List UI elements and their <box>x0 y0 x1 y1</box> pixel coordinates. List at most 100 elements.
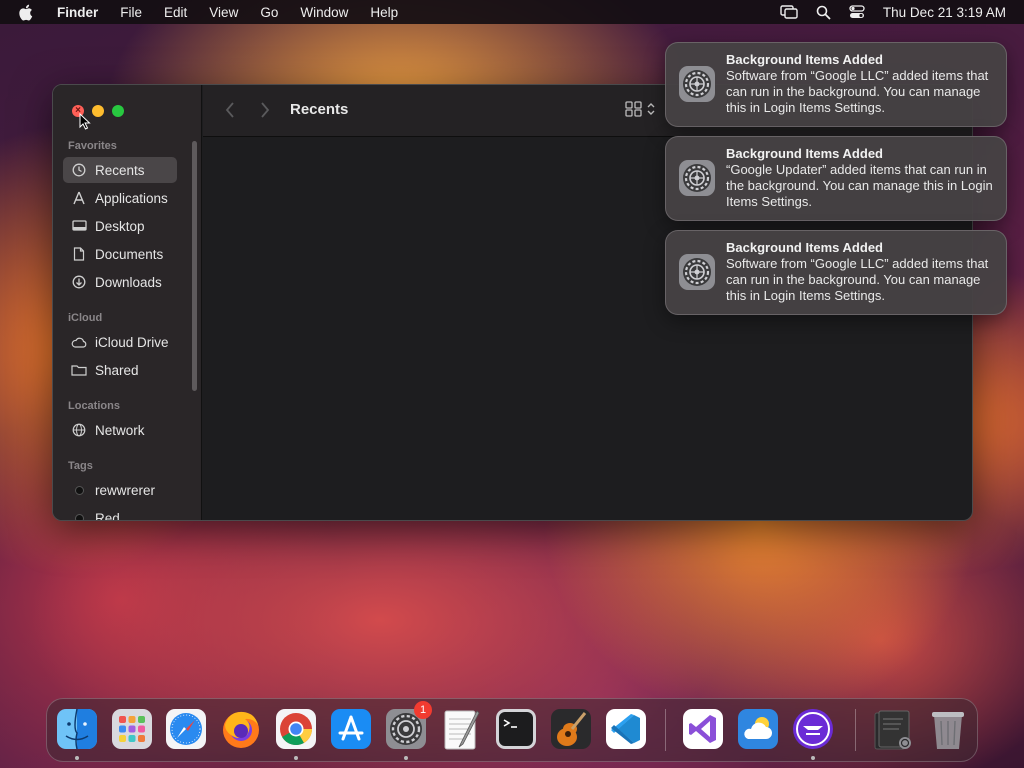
desktop-icon <box>71 218 87 234</box>
firefox-icon <box>223 711 259 748</box>
dock-running-indicator <box>404 756 408 760</box>
sidebar-item-label: iCloud Drive <box>95 334 169 350</box>
globe-icon <box>71 422 87 438</box>
system-settings-gear-icon <box>678 159 716 197</box>
notification-body: Software from “Google LLC” added items t… <box>726 256 989 303</box>
trash-icon <box>932 712 964 749</box>
dock-trash[interactable] <box>926 707 970 751</box>
dock-chrome[interactable] <box>274 707 318 751</box>
notification-badge: 1 <box>414 701 432 719</box>
dock-visual-studio[interactable] <box>681 707 725 751</box>
tag-color-dot-icon <box>71 510 87 520</box>
sidebar-item-desktop[interactable]: Desktop <box>63 213 177 239</box>
sidebar-section-tags: Tags <box>68 460 93 472</box>
teamviewer-icon <box>793 709 833 749</box>
sidebar-item-shared[interactable]: Shared <box>63 357 177 383</box>
sidebar-item-tag-rewwrerer[interactable]: rewwrerer <box>63 477 177 503</box>
dock-launchpad[interactable] <box>110 707 154 751</box>
mouse-cursor-icon <box>79 112 91 135</box>
weather-icon <box>738 709 778 749</box>
chevron-left-icon <box>225 102 234 118</box>
dock-finder[interactable] <box>55 707 99 751</box>
chrome-icon <box>276 709 316 749</box>
notification-body: Software from “Google LLC” added items t… <box>726 68 989 115</box>
notification-title: Background Items Added <box>726 146 883 161</box>
grid-view-icon <box>625 101 642 117</box>
notification-banner[interactable]: Background Items Added “Google Updater” … <box>665 136 1007 221</box>
menu-bar-clock[interactable]: Thu Dec 21 3:19 AM <box>883 5 1006 20</box>
dock-separator <box>855 709 856 751</box>
menu-edit[interactable]: Edit <box>164 5 187 20</box>
dock-teamviewer[interactable] <box>791 707 835 751</box>
sidebar-item-applications[interactable]: Applications <box>63 185 177 211</box>
dock-terminal[interactable] <box>494 707 538 751</box>
finder-sidebar: × Favorites Recents Applications Desktop… <box>53 85 202 520</box>
dock-safari[interactable] <box>164 707 208 751</box>
clock-icon <box>71 162 87 178</box>
system-settings-gear-icon <box>678 65 716 103</box>
dock-textedit[interactable] <box>439 707 483 751</box>
notification-body: “Google Updater” added items that can ru… <box>726 162 993 209</box>
sidebar-item-documents[interactable]: Documents <box>63 241 177 267</box>
menu-help[interactable]: Help <box>370 5 398 20</box>
menu-view[interactable]: View <box>209 5 238 20</box>
sidebar-section-favorites: Favorites <box>68 140 117 152</box>
downloads-stack-icon <box>874 710 911 750</box>
sidebar-item-icloud-drive[interactable]: iCloud Drive <box>63 329 177 355</box>
sidebar-item-label: Downloads <box>95 274 162 290</box>
menu-go[interactable]: Go <box>260 5 278 20</box>
dock-weather[interactable] <box>736 707 780 751</box>
dock-separator <box>665 709 666 751</box>
chevron-updown-icon <box>647 103 655 115</box>
dock-firefox[interactable] <box>219 707 263 751</box>
menu-app-name[interactable]: Finder <box>57 5 98 20</box>
sidebar-item-tag-red[interactable]: Red <box>63 505 177 520</box>
menu-window[interactable]: Window <box>300 5 348 20</box>
forward-button[interactable] <box>260 102 270 123</box>
view-mode-selector[interactable] <box>625 101 655 117</box>
app-store-icon <box>331 709 371 749</box>
notification-banner[interactable]: Background Items Added Software from “Go… <box>665 42 1007 127</box>
sidebar-section-icloud: iCloud <box>68 312 103 324</box>
back-button[interactable] <box>225 102 235 123</box>
menu-file[interactable]: File <box>120 5 142 20</box>
tag-color-dot-icon <box>71 482 87 498</box>
garageband-icon <box>551 709 591 749</box>
minimize-button[interactable] <box>92 105 104 117</box>
visual-studio-icon <box>683 709 723 749</box>
apple-menu-icon[interactable] <box>18 3 34 21</box>
menu-bar: Finder File Edit View Go Window Help Thu… <box>0 0 1024 24</box>
notification-banner[interactable]: Background Items Added Software from “Go… <box>665 230 1007 315</box>
sidebar-item-recents[interactable]: Recents <box>63 157 177 183</box>
dock-garageband[interactable] <box>549 707 593 751</box>
sidebar-section-locations: Locations <box>68 400 120 412</box>
dock-downloads-stack[interactable] <box>871 707 915 751</box>
notification-title: Background Items Added <box>726 52 883 67</box>
zoom-button[interactable] <box>112 105 124 117</box>
dock-running-indicator <box>75 756 79 760</box>
sidebar-scrollbar[interactable] <box>192 141 197 391</box>
window-title: Recents <box>290 101 349 118</box>
dock-system-settings[interactable]: 1 <box>384 701 432 751</box>
safari-icon <box>166 709 206 749</box>
shared-folder-icon <box>71 362 87 378</box>
sidebar-item-downloads[interactable]: Downloads <box>63 269 177 295</box>
sidebar-item-label: Recents <box>95 162 145 178</box>
dock-app-store[interactable] <box>329 707 373 751</box>
system-settings-gear-icon <box>678 253 716 291</box>
terminal-icon <box>496 709 536 749</box>
cloud-icon <box>71 334 87 350</box>
download-icon <box>71 274 87 290</box>
dock-vscode[interactable] <box>604 707 648 751</box>
screen-mirroring-icon[interactable] <box>780 5 798 19</box>
vscode-icon <box>606 709 646 749</box>
control-center-icon[interactable] <box>849 5 865 19</box>
sidebar-item-label: Shared <box>95 362 139 378</box>
sidebar-item-label: Desktop <box>95 218 145 234</box>
sidebar-item-label: Applications <box>95 190 168 206</box>
launchpad-icon <box>112 709 152 749</box>
textedit-icon <box>444 710 480 750</box>
sidebar-item-network[interactable]: Network <box>63 417 177 443</box>
sidebar-item-label: rewwrerer <box>95 482 156 498</box>
spotlight-search-icon[interactable] <box>816 5 831 20</box>
